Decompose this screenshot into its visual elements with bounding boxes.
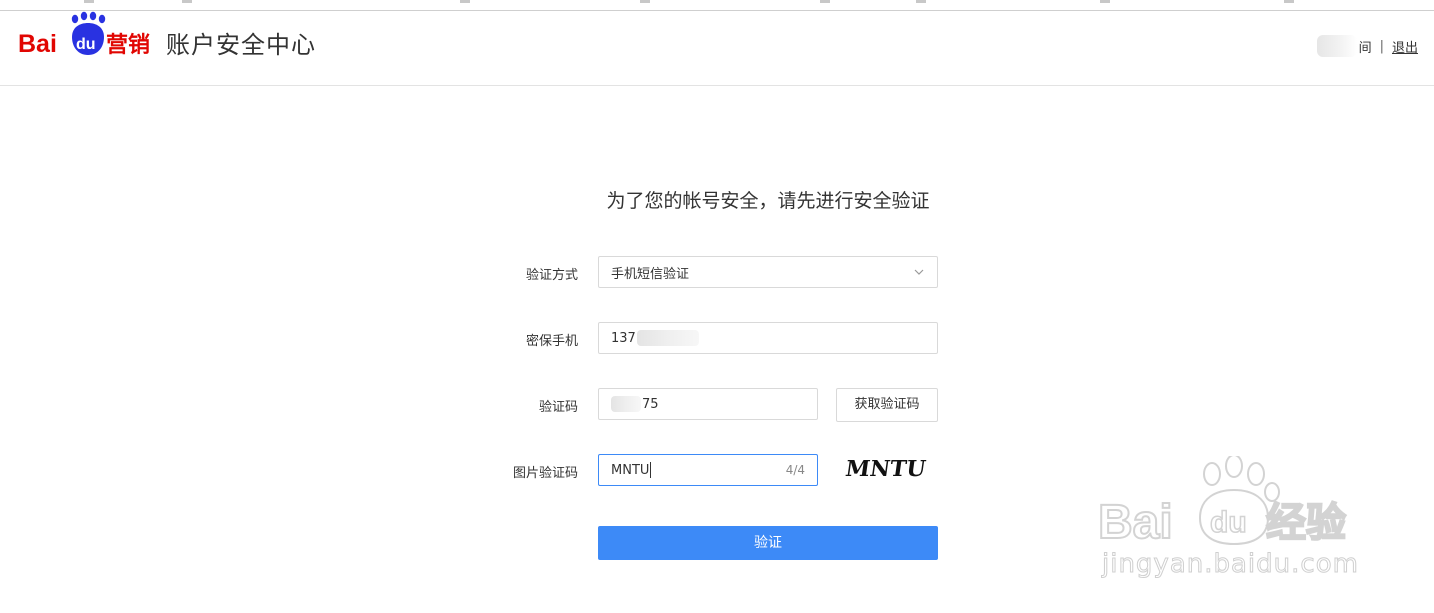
bookmark-fragment (460, 0, 470, 3)
logo-bai-text: Bai (18, 30, 57, 58)
phone-label: 密保手机 (525, 334, 578, 349)
code-label: 验证码 (538, 400, 578, 415)
bookmark-fragment (820, 0, 830, 3)
logout-link[interactable]: 退出 (1392, 37, 1418, 56)
bookmark-fragment (640, 0, 650, 3)
method-label: 验证方式 (525, 268, 578, 283)
baidu-marketing-logo[interactable]: Bai du 营销 (18, 11, 158, 71)
verify-button[interactable]: 验证 (598, 526, 938, 560)
watermark-jingyan-text: 经验 (1266, 500, 1346, 546)
header-separator: | (1379, 38, 1384, 54)
browser-bookmark-strip (0, 0, 1434, 11)
logo-du-text: du (76, 36, 96, 53)
bookmark-fragment (182, 0, 192, 3)
bookmark-fragment (916, 0, 926, 3)
verification-method-select[interactable]: 手机短信验证 (598, 256, 938, 288)
captcha-input[interactable]: MNTU 4/4 (598, 454, 818, 486)
page-header-title: 账户安全中心 (166, 31, 316, 59)
watermark-url: jingyan.baidu.com (1102, 549, 1359, 580)
watermark-bai-text: Bai (1098, 496, 1173, 549)
chevron-down-icon (914, 269, 924, 275)
bookmark-fragment (1284, 0, 1294, 3)
captcha-image-text: MNTU (844, 456, 928, 482)
security-phone-field[interactable]: 137 (598, 322, 938, 354)
username-suffix[interactable]: 间 (1359, 37, 1372, 56)
watermark-du-text: du (1210, 506, 1247, 539)
code-suffix: 75 (642, 396, 659, 412)
bookmark-fragment (1100, 0, 1110, 3)
redacted-username (1316, 35, 1357, 57)
bookmark-fragment (84, 0, 94, 3)
phone-prefix: 137 (611, 330, 636, 346)
captcha-image[interactable]: MNTU (838, 452, 938, 484)
captcha-char-count: 4/4 (785, 463, 805, 477)
logo-marketing-text: 营销 (106, 33, 150, 58)
site-header: Bai du 营销 账户安全中心 间 | 退出 (0, 11, 1434, 86)
verification-method-value: 手机短信验证 (611, 266, 690, 282)
captcha-label: 图片验证码 (512, 466, 578, 481)
user-area: 间 | 退出 (1316, 35, 1418, 57)
captcha-value: MNTU (611, 462, 650, 478)
verification-title: 为了您的帐号安全，请先进行安全验证 (606, 190, 930, 212)
get-code-button[interactable]: 获取验证码 (836, 388, 938, 422)
text-cursor (650, 462, 652, 478)
sms-code-input[interactable]: 75 (598, 388, 818, 420)
redacted-phone-digits (636, 330, 699, 346)
redacted-code-digits (611, 396, 641, 412)
